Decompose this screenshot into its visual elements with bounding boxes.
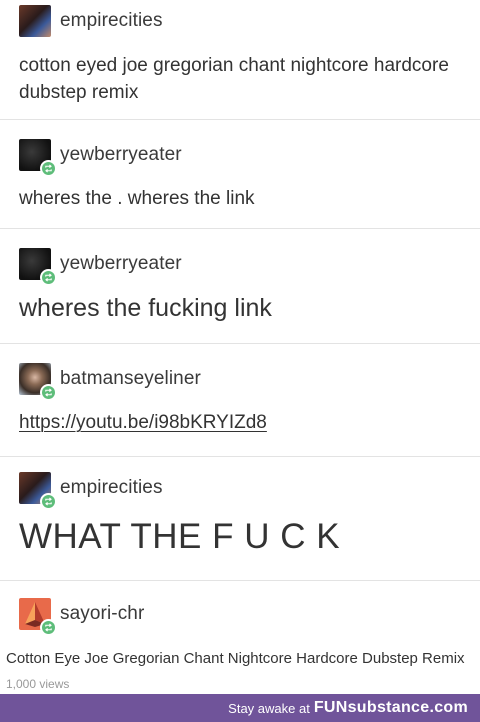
post-1-header: empirecities [19, 4, 163, 38]
divider [0, 456, 480, 457]
username[interactable]: empirecities [60, 477, 163, 499]
post-text: wheres the fucking link [19, 294, 272, 322]
username[interactable]: yewberryeater [60, 253, 182, 275]
footer-brand: FUNsubstance.com [313, 699, 468, 716]
post-text: WHAT THE F U C K [19, 517, 341, 556]
divider [0, 580, 480, 581]
view-count: 1,000 views [6, 677, 70, 691]
username[interactable]: sayori-chr [60, 603, 144, 625]
post-6-header: sayori-chr [19, 597, 144, 636]
post-4-header: batmanseyeliner [19, 362, 201, 401]
youtube-link[interactable]: https://youtu.be/i98bKRYIZd8 [19, 412, 267, 434]
username[interactable]: empirecities [60, 10, 163, 32]
avatar[interactable] [19, 598, 57, 636]
video-title[interactable]: Cotton Eye Joe Gregorian Chant Nightcore… [6, 650, 465, 667]
avatar[interactable] [19, 248, 57, 286]
post-text: cotton eyed joe gregorian chant nightcor… [19, 55, 449, 103]
avatar[interactable] [19, 139, 57, 177]
avatar[interactable] [19, 363, 57, 401]
username[interactable]: batmanseyeliner [60, 368, 201, 390]
avatar[interactable] [19, 472, 57, 510]
divider [0, 343, 480, 344]
reblog-icon [40, 493, 57, 510]
divider [0, 119, 480, 120]
watermark-bar: Stay awake at FUNsubstance.com [0, 694, 480, 722]
reblog-icon [40, 160, 57, 177]
reblog-icon [40, 619, 57, 636]
reblog-icon [40, 269, 57, 286]
avatar[interactable] [19, 5, 51, 37]
username[interactable]: yewberryeater [60, 144, 182, 166]
post-2-header: yewberryeater [19, 138, 182, 177]
post-text: wheres the . wheres the link [19, 188, 255, 209]
footer-tagline: Stay awake at [228, 700, 310, 716]
reblog-icon [40, 384, 57, 401]
post-3-header: yewberryeater [19, 247, 182, 286]
divider [0, 228, 480, 229]
post-5-header: empirecities [19, 471, 163, 510]
